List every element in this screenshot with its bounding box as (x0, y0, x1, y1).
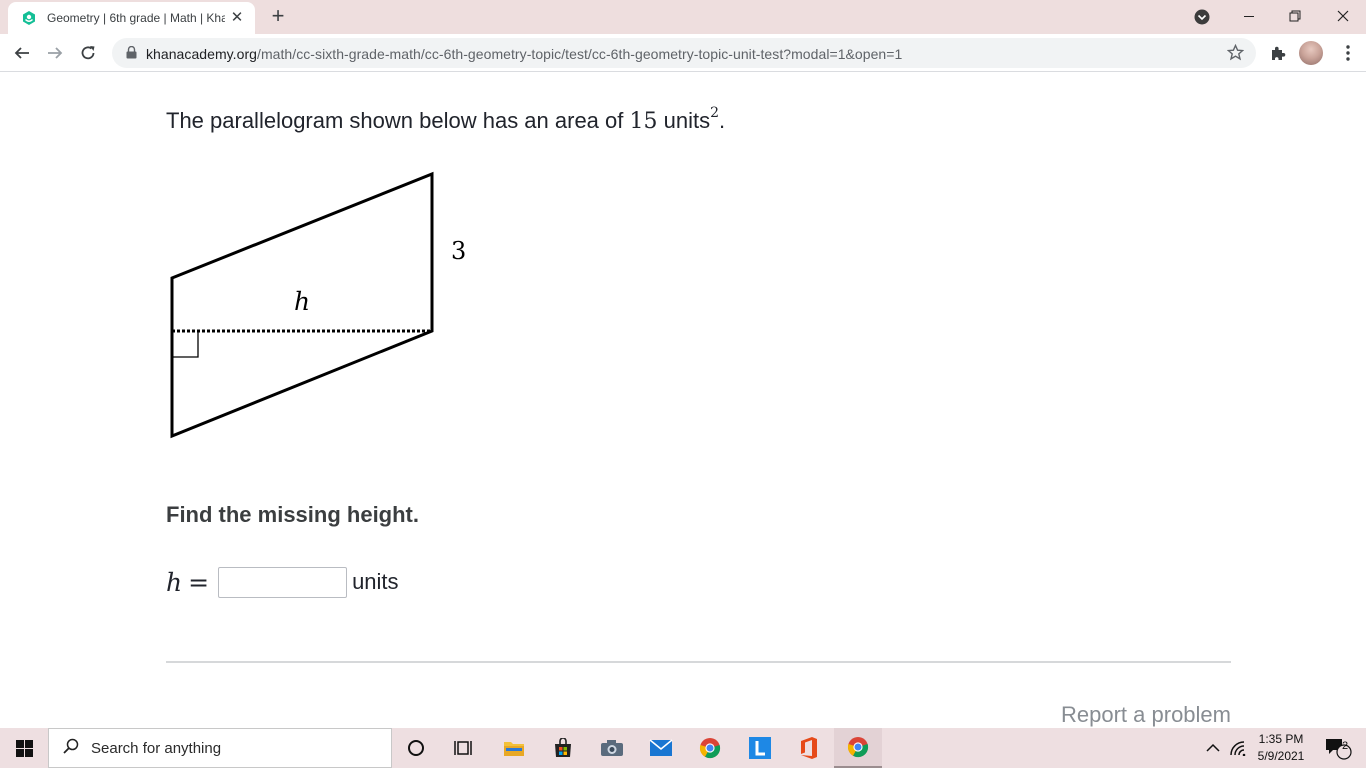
new-tab-button[interactable]: + (266, 5, 290, 29)
tab-search-icon[interactable] (1192, 7, 1212, 27)
divider (166, 661, 1231, 663)
task-view-icon[interactable] (440, 728, 488, 768)
tab-title: Geometry | 6th grade | Math | Khan Acade… (47, 11, 225, 25)
address-bar[interactable]: khanacademy.org/math/cc-sixth-grade-math… (112, 38, 1256, 68)
area-value: 15 (629, 109, 658, 134)
close-window-icon[interactable] (1320, 0, 1366, 32)
clock-time: 1:35 PM (1258, 732, 1304, 746)
url-text[interactable]: khanacademy.org/math/cc-sixth-grade-math… (146, 46, 902, 62)
action-center-icon[interactable]: 2 (1318, 728, 1358, 768)
camera-icon[interactable] (588, 728, 636, 768)
chrome-icon[interactable] (686, 728, 734, 768)
notification-count: 2 (1341, 740, 1349, 752)
wifi-icon[interactable] (1226, 728, 1250, 768)
instruction-text: Find the missing height. (166, 502, 419, 527)
windows-start-icon[interactable] (0, 728, 48, 768)
right-angle-marker (172, 331, 199, 358)
taskbar-clock[interactable]: 1:35 PM 5/9/2021 (1254, 731, 1308, 765)
profile-avatar[interactable] (1299, 41, 1323, 65)
report-problem-link[interactable]: Report a problem (1061, 702, 1231, 728)
chrome-active-icon[interactable] (834, 728, 882, 768)
taskbar-search-box[interactable]: Search for anything (48, 728, 392, 768)
taskbar-search-text: Search for anything (91, 739, 222, 757)
search-icon (63, 738, 79, 759)
browser-toolbar: khanacademy.org/math/cc-sixth-grade-math… (0, 34, 1366, 72)
windows-taskbar: Search for anything 1:35 PM 5/9/2021 2 (0, 728, 1366, 768)
bookmark-star-icon[interactable] (1226, 43, 1245, 66)
question-text: The parallelogram shown below has an are… (166, 105, 726, 134)
close-tab-icon[interactable]: ✕ (229, 10, 245, 26)
minimize-icon[interactable] (1226, 0, 1272, 32)
lock-icon[interactable] (126, 45, 137, 64)
microsoft-store-icon[interactable] (539, 728, 587, 768)
restore-icon[interactable] (1272, 0, 1318, 32)
clock-date: 5/9/2021 (1257, 749, 1305, 763)
l-app-icon[interactable] (736, 728, 784, 768)
mail-icon[interactable] (637, 728, 685, 768)
khan-academy-favicon-icon (20, 9, 38, 27)
reload-icon[interactable] (74, 40, 102, 66)
exercise-page: The parallelogram shown below has an are… (0, 72, 1366, 728)
answer-variable: h (166, 567, 183, 597)
parallelogram-figure: 3 h (170, 171, 466, 439)
equals-sign: = (188, 567, 210, 597)
height-label: h (294, 287, 310, 316)
browser-tab[interactable]: Geometry | 6th grade | Math | Khan Acade… (8, 2, 255, 34)
cortana-circle-icon[interactable] (392, 728, 440, 768)
file-explorer-icon[interactable] (490, 728, 538, 768)
tab-strip: Geometry | 6th grade | Math | Khan Acade… (0, 0, 1366, 34)
area-exponent: 2 (710, 105, 720, 121)
office-icon[interactable] (785, 728, 833, 768)
side-length-label: 3 (451, 237, 466, 265)
answer-units: units (352, 569, 399, 594)
extensions-puzzle-icon[interactable] (1264, 40, 1292, 66)
chrome-menu-icon[interactable] (1334, 40, 1362, 66)
answer-row: h = units (166, 566, 399, 598)
answer-input[interactable] (218, 566, 348, 598)
back-arrow-icon[interactable] (8, 40, 36, 66)
forward-arrow-icon[interactable] (41, 40, 69, 66)
show-hidden-icons-chevron-icon[interactable] (1202, 728, 1224, 768)
